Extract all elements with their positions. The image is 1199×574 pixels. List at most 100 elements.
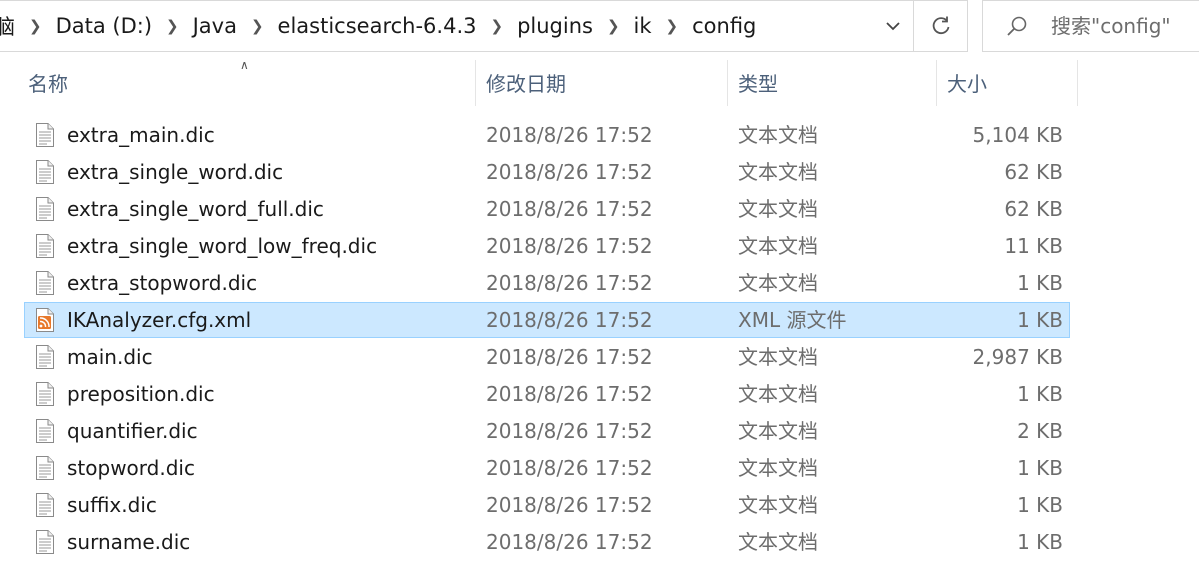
file-name: surname.dic [67, 530, 191, 554]
address-bar[interactable]: 脑 ❯ Data (D:) ❯ Java ❯ elasticsearch-6.4… [0, 0, 914, 52]
text-file-icon [35, 345, 55, 369]
text-file-icon [35, 123, 55, 147]
breadcrumb-separator-icon[interactable]: ❯ [19, 17, 52, 35]
breadcrumb-item-java[interactable]: Java [189, 14, 241, 38]
file-size: 2 KB [1017, 419, 1063, 443]
file-row[interactable]: quantifier.dic 2018/8/26 17:52 文本文档 2 KB [24, 413, 1070, 449]
file-type: 文本文档 [738, 493, 818, 517]
file-date: 2018/8/26 17:52 [486, 123, 653, 147]
file-row[interactable]: extra_main.dic 2018/8/26 17:52 文本文档 5,10… [24, 117, 1070, 153]
breadcrumb-separator-icon[interactable]: ❯ [481, 17, 514, 35]
refresh-icon [932, 16, 949, 35]
file-size: 62 KB [1004, 160, 1063, 184]
breadcrumb-item-this-pc[interactable]: 脑 [0, 11, 19, 41]
file-name: quantifier.dic [67, 419, 198, 443]
breadcrumb-separator-icon[interactable]: ❯ [597, 17, 630, 35]
file-name: extra_single_word_low_freq.dic [67, 234, 378, 258]
breadcrumb-item-config[interactable]: config [688, 14, 760, 38]
column-header-date[interactable]: 修改日期 [476, 58, 727, 106]
file-row[interactable]: preposition.dic 2018/8/26 17:52 文本文档 1 K… [24, 376, 1070, 412]
file-date: 2018/8/26 17:52 [486, 493, 653, 517]
address-history-dropdown[interactable] [873, 1, 913, 51]
file-date: 2018/8/26 17:52 [486, 308, 653, 332]
file-name: extra_single_word.dic [67, 160, 284, 184]
file-name: main.dic [67, 345, 153, 369]
file-name: stopword.dic [67, 456, 195, 480]
file-type: 文本文档 [738, 197, 818, 221]
file-row[interactable]: stopword.dic 2018/8/26 17:52 文本文档 1 KB [24, 450, 1070, 486]
file-name: extra_main.dic [67, 123, 215, 147]
file-date: 2018/8/26 17:52 [486, 382, 653, 406]
file-type: 文本文档 [738, 345, 818, 369]
file-type: 文本文档 [738, 530, 818, 554]
file-date: 2018/8/26 17:52 [486, 530, 653, 554]
file-name: preposition.dic [67, 382, 215, 406]
file-size: 1 KB [1017, 456, 1063, 480]
breadcrumb-item-ik[interactable]: ik [630, 14, 656, 38]
file-type: 文本文档 [738, 123, 818, 147]
file-row[interactable]: main.dic 2018/8/26 17:52 文本文档 2,987 KB [24, 339, 1070, 375]
text-file-icon [35, 160, 55, 184]
breadcrumb-separator-icon[interactable]: ❯ [241, 17, 274, 35]
search-icon [995, 15, 1039, 37]
text-file-icon [35, 197, 55, 221]
column-header-size[interactable]: 大小 [937, 58, 1077, 106]
file-size: 2,987 KB [972, 345, 1063, 369]
breadcrumb-item-plugins[interactable]: plugins [513, 14, 597, 38]
file-type: 文本文档 [738, 271, 818, 295]
file-row[interactable]: suffix.dic 2018/8/26 17:52 文本文档 1 KB [24, 487, 1070, 523]
column-header-name[interactable]: 名称 [18, 58, 474, 106]
file-size: 1 KB [1017, 271, 1063, 295]
file-type: XML 源文件 [738, 308, 847, 332]
refresh-button[interactable] [914, 0, 968, 52]
file-size: 1 KB [1017, 493, 1063, 517]
column-header-row: ∧ 名称 修改日期 类型 大小 [0, 58, 1199, 106]
text-file-icon [35, 234, 55, 258]
text-file-icon [35, 493, 55, 517]
file-date: 2018/8/26 17:52 [486, 197, 653, 221]
chevron-down-icon [886, 22, 900, 31]
file-name: extra_single_word_full.dic [67, 197, 324, 221]
file-name: suffix.dic [67, 493, 157, 517]
text-file-icon [35, 382, 55, 406]
search-box[interactable] [982, 0, 1199, 52]
column-header-date-label: 修改日期 [486, 71, 566, 96]
file-date: 2018/8/26 17:52 [486, 419, 653, 443]
file-size: 11 KB [1004, 234, 1063, 258]
file-name: extra_stopword.dic [67, 271, 258, 295]
column-header-name-label: 名称 [28, 71, 68, 96]
breadcrumb-separator-icon[interactable]: ❯ [656, 17, 689, 35]
column-header-type[interactable]: 类型 [728, 58, 936, 106]
column-divider[interactable] [1077, 60, 1078, 106]
file-size: 5,104 KB [972, 123, 1063, 147]
file-size: 1 KB [1017, 382, 1063, 406]
file-row[interactable]: surname.dic 2018/8/26 17:52 文本文档 1 KB [24, 524, 1070, 560]
file-type: 文本文档 [738, 419, 818, 443]
file-type: 文本文档 [738, 234, 818, 258]
file-date: 2018/8/26 17:52 [486, 234, 653, 258]
text-file-icon [35, 530, 55, 554]
text-file-icon [35, 419, 55, 443]
file-type: 文本文档 [738, 160, 818, 184]
file-date: 2018/8/26 17:52 [486, 271, 653, 295]
file-type: 文本文档 [738, 382, 818, 406]
text-file-icon [35, 456, 55, 480]
file-row[interactable]: extra_single_word.dic 2018/8/26 17:52 文本… [24, 154, 1070, 190]
text-file-icon [35, 271, 55, 295]
column-header-size-label: 大小 [947, 71, 987, 96]
search-input[interactable] [1039, 14, 1199, 38]
file-size: 1 KB [1017, 530, 1063, 554]
file-size: 62 KB [1004, 197, 1063, 221]
file-row[interactable]: extra_single_word_full.dic 2018/8/26 17:… [24, 191, 1070, 227]
file-date: 2018/8/26 17:52 [486, 345, 653, 369]
file-row[interactable]: extra_stopword.dic 2018/8/26 17:52 文本文档 … [24, 265, 1070, 301]
breadcrumb-item-elasticsearch[interactable]: elasticsearch-6.4.3 [274, 14, 481, 38]
file-date: 2018/8/26 17:52 [486, 456, 653, 480]
file-date: 2018/8/26 17:52 [486, 160, 653, 184]
breadcrumb-item-drive[interactable]: Data (D:) [52, 14, 156, 38]
file-row[interactable]: extra_single_word_low_freq.dic 2018/8/26… [24, 228, 1070, 264]
file-row[interactable]: IKAnalyzer.cfg.xml 2018/8/26 17:52 XML 源… [24, 302, 1070, 338]
breadcrumb-separator-icon[interactable]: ❯ [156, 17, 189, 35]
breadcrumb: 脑 ❯ Data (D:) ❯ Java ❯ elasticsearch-6.4… [0, 1, 873, 51]
file-size: 1 KB [1017, 308, 1063, 332]
